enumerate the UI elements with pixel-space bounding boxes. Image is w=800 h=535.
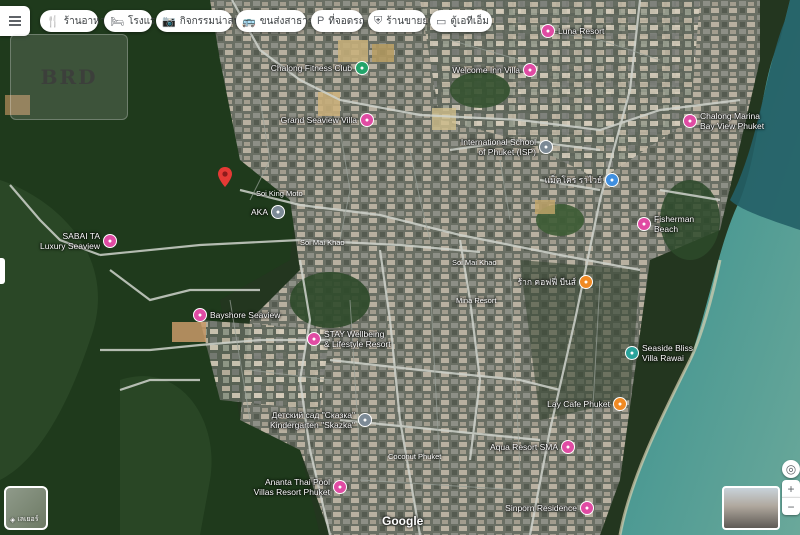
map-poi[interactable]: Ananta Thai Pool Villas Resort Phuket ● <box>254 477 347 497</box>
map-poi[interactable]: Chalong Fitness Club ● <box>271 61 369 75</box>
poi-label: Grand Seaview Villa <box>280 115 357 125</box>
street-label: Soi Mai Khao <box>300 238 345 247</box>
street-label: Soi Mai Khao <box>452 258 497 267</box>
google-attribution: Google <box>382 514 424 528</box>
poi-label: International School of Phuket (ISP) <box>460 137 536 157</box>
street-view-thumbnail[interactable] <box>722 486 780 530</box>
poi-label: ร้าก คอฟฟี่ บีนส์ <box>517 277 576 287</box>
place-marker-icon: ● <box>523 63 537 77</box>
place-marker-icon: ● <box>683 114 697 128</box>
side-panel-toggle[interactable] <box>0 258 5 284</box>
place-marker-icon: ● <box>605 173 619 187</box>
street-label: Coconut Phuket <box>388 452 442 461</box>
poi-label: STAY Wellbeing & Lifestyle Resort <box>324 329 391 349</box>
place-marker-icon: ● <box>193 308 207 322</box>
map-poi[interactable]: แม็คโคร ราไวย์ ● <box>545 173 619 187</box>
map-poi[interactable]: ● Seaside Bliss Villa Rawai <box>625 343 693 363</box>
map-poi[interactable]: AKA ● <box>251 205 285 219</box>
poi-label: Bayshore Seaview <box>210 310 281 320</box>
chip-label: ร้านขายยา <box>386 15 434 27</box>
place-marker-icon: ● <box>355 61 369 75</box>
place-marker-icon: ● <box>637 217 651 231</box>
place-marker-icon: ● <box>307 332 321 346</box>
layers-label: เลเยอร์ <box>17 516 39 523</box>
street-label: Soi King Moto <box>256 189 303 198</box>
street-label: Mina Resort <box>456 296 497 305</box>
map-poi[interactable]: ● Fisherman Beach <box>637 214 694 234</box>
poi-label: Seaside Bliss Villa Rawai <box>642 343 694 363</box>
poi-label: SABAI TA Luxury Seaview <box>39 231 100 251</box>
poi-label: Welcome Inn Villa <box>452 65 520 75</box>
map-poi[interactable]: ร้าก คอฟฟี่ บีนส์ ● <box>518 275 593 289</box>
poi-label: Chalong Marina Bay View Phuket <box>700 111 765 131</box>
place-marker-icon: ● <box>613 397 627 411</box>
place-marker-icon: ● <box>625 346 639 360</box>
zoom-in-button[interactable]: + <box>782 480 800 497</box>
poi-label: Детский сад "Сказка" Kindergarten "Skazk… <box>270 410 355 430</box>
pharmacy-icon: ⛨ <box>374 14 383 27</box>
poi-label: Fisherman Beach <box>654 214 695 234</box>
map-poi[interactable]: Lay Cafe Phuket ● <box>547 397 627 411</box>
place-marker-icon: ● <box>541 24 555 38</box>
map-poi[interactable]: SABAI TA Luxury Seaview ● <box>40 231 117 251</box>
bus-icon: 🚌 <box>242 15 256 28</box>
restaurant-icon: 🍴 <box>46 15 60 28</box>
chip-camera[interactable]: 📷 กิจกรรมน่าสนใจ <box>156 10 251 32</box>
map-poi[interactable]: Aqua Resort SMA ● <box>490 440 575 454</box>
poi-label: Lay Cafe Phuket <box>547 399 610 409</box>
poi-label: Luna Resort <box>558 26 605 36</box>
place-marker-icon: ● <box>333 480 347 494</box>
chip-atm[interactable]: ▭ ตู้เอทีเอ็ม <box>430 10 492 32</box>
map-poi[interactable]: Детский сад "Сказка" Kindergarten "Skazk… <box>270 410 372 430</box>
chip-bus[interactable]: 🚌 ขนส่งสาธารณะ <box>236 10 328 32</box>
locate-me-icon[interactable]: ◎ <box>782 460 800 478</box>
place-marker-icon: ● <box>360 113 374 127</box>
map-poi[interactable]: ● Chalong Marina Bay View Phuket <box>683 111 764 131</box>
camera-icon: 📷 <box>162 15 176 28</box>
zoom-out-button[interactable]: − <box>782 497 800 515</box>
place-marker-icon: ● <box>579 275 593 289</box>
red-location-pin-icon[interactable] <box>218 167 232 187</box>
layers-button[interactable]: ◈ เลเยอร์ <box>4 486 48 530</box>
poi-label: Ananta Thai Pool Villas Resort Phuket <box>253 477 330 497</box>
map-poi[interactable]: ● Bayshore Seaview <box>193 308 280 322</box>
place-marker-icon: ● <box>358 413 372 427</box>
menu-button[interactable] <box>0 6 30 36</box>
poi-label: Chalong Fitness Club <box>270 63 352 73</box>
parking-icon: P <box>317 15 325 27</box>
map-poi[interactable]: International School of Phuket (ISP) ● <box>461 137 553 157</box>
chip-label: ที่จอดรถ <box>328 15 365 27</box>
place-marker-icon: ● <box>103 234 117 248</box>
hotel-icon: 🛏 <box>110 15 124 28</box>
map-poi[interactable]: Welcome Inn Villa ● <box>452 63 537 77</box>
place-marker-icon: ● <box>271 205 285 219</box>
map-poi[interactable]: ● Luna Resort <box>541 24 604 38</box>
place-marker-icon: ● <box>580 501 594 515</box>
poi-label: Aqua Resort SMA <box>489 442 558 452</box>
watermark-text: BRD <box>40 65 98 89</box>
map-poi[interactable]: Grand Seaview Villa ● <box>281 113 374 127</box>
poi-label: Sinporn Residence <box>505 503 577 513</box>
map-poi[interactable]: ● STAY Wellbeing & Lifestyle Resort <box>307 329 391 349</box>
chip-pharmacy[interactable]: ⛨ ร้านขายยา <box>368 10 434 32</box>
layers-icon: ◈ <box>10 516 16 524</box>
chip-hotel[interactable]: 🛏 โรงแรม <box>104 10 162 32</box>
place-marker-icon: ● <box>539 140 553 154</box>
chip-restaurant[interactable]: 🍴 ร้านอาหาร <box>40 10 111 32</box>
atm-icon: ▭ <box>436 15 447 28</box>
chip-parking[interactable]: P ที่จอดรถ <box>311 10 365 32</box>
place-marker-icon: ● <box>561 440 575 454</box>
menu-icon <box>9 20 21 22</box>
watermark-logo: BRD <box>10 34 128 120</box>
chip-label: ตู้เอทีเอ็ม <box>450 15 489 27</box>
poi-label: AKA <box>250 207 268 217</box>
map-poi[interactable]: Sinporn Residence ● <box>505 501 594 515</box>
poi-label: แม็คโคร ราไวย์ <box>544 175 602 185</box>
